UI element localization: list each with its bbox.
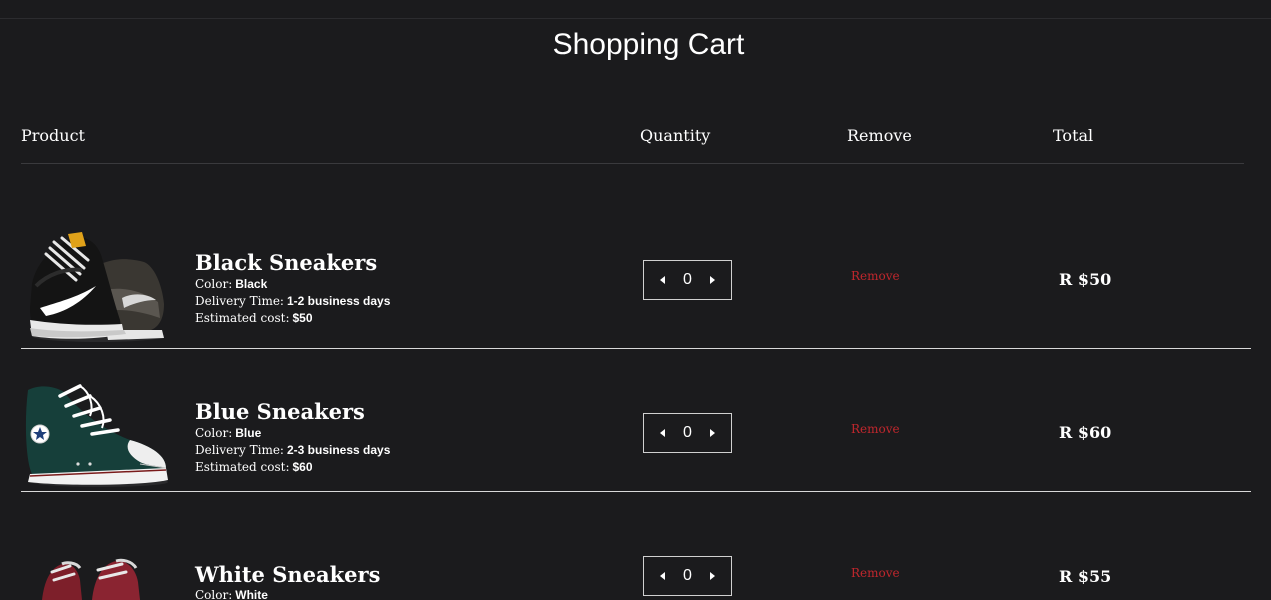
row-divider <box>21 491 1251 492</box>
product-name: White Sneakers <box>195 562 381 587</box>
product-color: Color: Blue <box>195 426 261 441</box>
black-sneakers-image <box>26 228 174 355</box>
color-label: Color: <box>195 588 233 600</box>
quantity-value[interactable]: 0 <box>683 424 692 442</box>
row-divider <box>21 348 1251 349</box>
column-header-product: Product <box>21 126 85 145</box>
color-label: Color: <box>195 277 233 291</box>
delivery-value: 2-3 business days <box>286 443 391 457</box>
decrement-arrow-icon[interactable] <box>656 273 670 287</box>
product-delivery: Delivery Time: 1-2 business days <box>195 294 390 309</box>
decrement-arrow-icon[interactable] <box>656 426 670 440</box>
product-estimated-cost: Estimated cost: $50 <box>195 311 313 326</box>
quantity-value[interactable]: 0 <box>683 271 692 289</box>
quantity-value[interactable]: 0 <box>683 567 692 585</box>
estimated-value: $50 <box>292 311 313 325</box>
item-total: R $60 <box>1059 423 1112 442</box>
quantity-stepper[interactable]: 0 <box>643 556 732 596</box>
column-header-total: Total <box>1053 126 1094 145</box>
item-total: R $50 <box>1059 270 1112 289</box>
product-color: Color: White <box>195 588 268 600</box>
product-estimated-cost: Estimated cost: $60 <box>195 460 313 475</box>
increment-arrow-icon[interactable] <box>705 569 719 583</box>
color-value: Black <box>235 277 268 291</box>
remove-button[interactable]: Remove <box>851 422 900 436</box>
quantity-stepper[interactable]: 0 <box>643 413 732 453</box>
product-color: Color: Black <box>195 277 267 292</box>
product-name: Black Sneakers <box>195 250 378 275</box>
page-title: Shopping Cart <box>552 28 745 61</box>
estimated-value: $60 <box>292 460 313 474</box>
color-value: White <box>235 588 268 600</box>
item-total: R $55 <box>1059 567 1112 586</box>
estimated-label: Estimated cost: <box>195 460 290 474</box>
blue-sneakers-image <box>20 382 172 495</box>
increment-arrow-icon[interactable] <box>705 426 719 440</box>
column-header-remove: Remove <box>847 126 912 145</box>
column-header-quantity: Quantity <box>640 126 711 145</box>
delivery-label: Delivery Time: <box>195 443 284 457</box>
product-name: Blue Sneakers <box>195 399 365 424</box>
header-divider <box>21 163 1244 164</box>
top-bar <box>0 0 1271 19</box>
increment-arrow-icon[interactable] <box>705 273 719 287</box>
remove-button[interactable]: Remove <box>851 269 900 283</box>
remove-button[interactable]: Remove <box>851 566 900 580</box>
product-delivery: Delivery Time: 2-3 business days <box>195 443 390 458</box>
color-value: Blue <box>235 426 262 440</box>
estimated-label: Estimated cost: <box>195 311 290 325</box>
white-sneakers-image <box>36 558 146 600</box>
quantity-stepper[interactable]: 0 <box>643 260 732 300</box>
delivery-value: 1-2 business days <box>286 294 391 308</box>
decrement-arrow-icon[interactable] <box>656 569 670 583</box>
delivery-label: Delivery Time: <box>195 294 284 308</box>
color-label: Color: <box>195 426 233 440</box>
